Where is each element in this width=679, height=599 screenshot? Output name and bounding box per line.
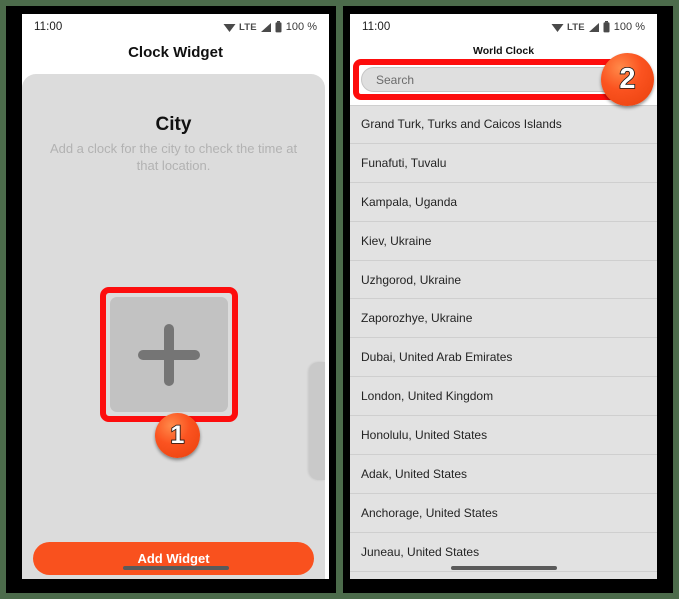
status-bar-right: 11:00 LTE 100 % <box>350 14 657 40</box>
status-time: 11:00 <box>34 21 63 33</box>
city-list-item-label: Grand Turk, Turks and Caicos Islands <box>361 117 562 132</box>
battery-percent-label: 100 % <box>285 21 317 33</box>
wifi-icon <box>551 23 564 32</box>
left-phone-screen: 11:00 LTE 100 % Clock Widget City Add a … <box>22 14 329 579</box>
battery-icon <box>275 21 282 33</box>
city-list-item-label: Adak, United States <box>361 466 468 481</box>
city-list-item[interactable]: Anchorage, United States <box>350 494 657 533</box>
city-list-item-label: Anchorage, United States <box>361 505 498 520</box>
city-widget-card: City Add a clock for the city to check t… <box>22 74 325 579</box>
wifi-icon <box>223 23 236 32</box>
gesture-bar-left <box>122 566 229 570</box>
city-list-item-label: Kampala, Uganda <box>361 194 458 209</box>
city-list-item-label: Juneau, United States <box>361 544 480 559</box>
add-widget-button[interactable]: Add Widget <box>33 542 314 575</box>
annotation-badge-2-label: 2 <box>619 62 637 96</box>
battery-icon <box>603 21 610 33</box>
city-list-item[interactable]: Kiev, Ukraine <box>350 222 657 261</box>
city-list-item[interactable]: Uzhgorod, Ukraine <box>350 261 657 300</box>
card-description: Add a clock for the city to check the ti… <box>49 141 298 173</box>
status-indicators: LTE 100 % <box>551 21 645 33</box>
page-title-world-clock: World Clock <box>472 45 535 57</box>
city-list-item[interactable]: Dubai, United Arab Emirates <box>350 338 657 378</box>
city-list-item[interactable]: Adak, United States <box>350 455 657 494</box>
gesture-bar-right <box>450 566 557 570</box>
city-list-item-label: London, United Kingdom <box>361 389 494 404</box>
signal-bars-icon <box>260 22 271 32</box>
network-type-label: LTE <box>566 21 585 33</box>
card-heading-city: City <box>155 114 192 135</box>
annotation-badge-1-label: 1 <box>170 420 185 450</box>
city-list-item[interactable]: Kampala, Uganda <box>350 183 657 222</box>
city-list-item[interactable]: London, United Kingdom <box>350 377 657 417</box>
status-indicators: LTE 100 % <box>223 21 317 33</box>
city-list[interactable]: Grand Turk, Turks and Caicos Islands Funa… <box>350 105 657 579</box>
page-title-clock-widget: Clock Widget <box>128 44 223 61</box>
status-bar-left: 11:00 LTE 100 % <box>22 14 329 40</box>
highlight-box-add-tile <box>100 287 238 422</box>
city-list-item[interactable]: Honolulu, United States <box>350 416 657 456</box>
city-list-item-label: Dubai, United Arab Emirates <box>361 350 513 365</box>
adjacent-card-peek[interactable] <box>309 362 325 480</box>
city-list-item[interactable]: Grand Turk, Turks and Caicos Islands <box>350 105 657 144</box>
annotation-badge-2: 2 <box>601 53 654 106</box>
network-type-label: LTE <box>238 21 257 33</box>
battery-percent-label: 100 % <box>613 21 645 33</box>
city-list-item-label: Zaporozhye, Ukraine <box>361 311 473 326</box>
screenshot-canvas: 11:00 LTE 100 % Clock Widget City Add a … <box>0 0 679 599</box>
city-list-item-label: Honolulu, United States <box>361 428 488 443</box>
city-list-item[interactable]: Zaporozhye, Ukraine <box>350 299 657 339</box>
city-list-item-label: Funafuti, Tuvalu <box>361 155 447 170</box>
city-list-item-label: Kiev, Ukraine <box>361 233 432 248</box>
city-list-item[interactable]: Funafuti, Tuvalu <box>350 144 657 183</box>
signal-bars-icon <box>588 22 599 32</box>
annotation-badge-1: 1 <box>155 413 200 458</box>
city-list-item-label: Uzhgorod, Ukraine <box>361 272 462 287</box>
status-time: 11:00 <box>362 21 391 33</box>
highlight-box-search <box>353 59 629 100</box>
